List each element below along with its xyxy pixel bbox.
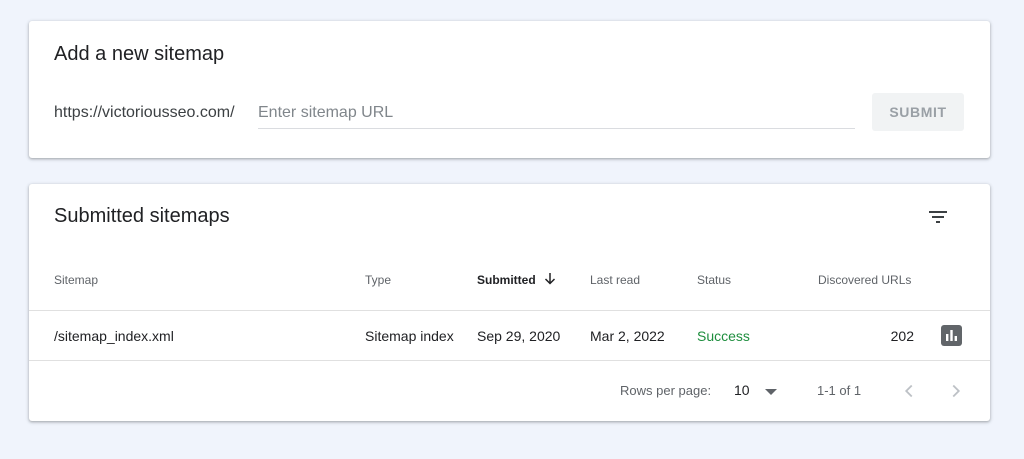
column-header-type[interactable]: Type xyxy=(365,273,391,287)
column-header-status[interactable]: Status xyxy=(697,273,731,287)
column-header-sitemap[interactable]: Sitemap xyxy=(54,273,98,287)
row-discovered-urls: 202 xyxy=(890,328,914,344)
caret-down-icon[interactable] xyxy=(765,388,777,396)
rows-per-page-select[interactable]: 10 xyxy=(734,382,750,398)
column-header-submitted[interactable]: Submitted xyxy=(477,273,536,287)
submit-button[interactable]: SUBMIT xyxy=(872,93,964,131)
row-status: Success xyxy=(697,328,750,344)
row-divider xyxy=(29,360,990,361)
sitemap-url-prefix: https://victoriousseo.com/ xyxy=(54,104,235,121)
submitted-sitemaps-card: Submitted sitemaps Sitemap Type Submitte… xyxy=(29,184,990,421)
row-type: Sitemap index xyxy=(365,328,454,344)
row-submitted: Sep 29, 2020 xyxy=(477,328,561,344)
sitemap-url-input[interactable] xyxy=(258,101,855,129)
row-sitemap[interactable]: /sitemap_index.xml xyxy=(54,328,174,344)
rows-per-page-label: Rows per page: xyxy=(620,383,712,398)
column-header-discovered-urls[interactable]: Discovered URLs xyxy=(818,273,911,287)
add-sitemap-title: Add a new sitemap xyxy=(54,43,225,65)
header-divider xyxy=(29,310,990,311)
pagination-range: 1-1 of 1 xyxy=(817,383,862,398)
chevron-right-icon[interactable] xyxy=(945,380,967,402)
bar-chart-icon[interactable] xyxy=(941,325,962,346)
column-header-last-read[interactable]: Last read xyxy=(590,273,640,287)
chevron-left-icon[interactable] xyxy=(898,380,920,402)
row-last-read: Mar 2, 2022 xyxy=(590,328,665,344)
submitted-sitemaps-title: Submitted sitemaps xyxy=(54,205,230,227)
add-sitemap-card: Add a new sitemap https://victoriousseo.… xyxy=(29,21,990,158)
arrow-down-icon[interactable] xyxy=(541,270,559,288)
filter-icon[interactable] xyxy=(926,205,950,229)
